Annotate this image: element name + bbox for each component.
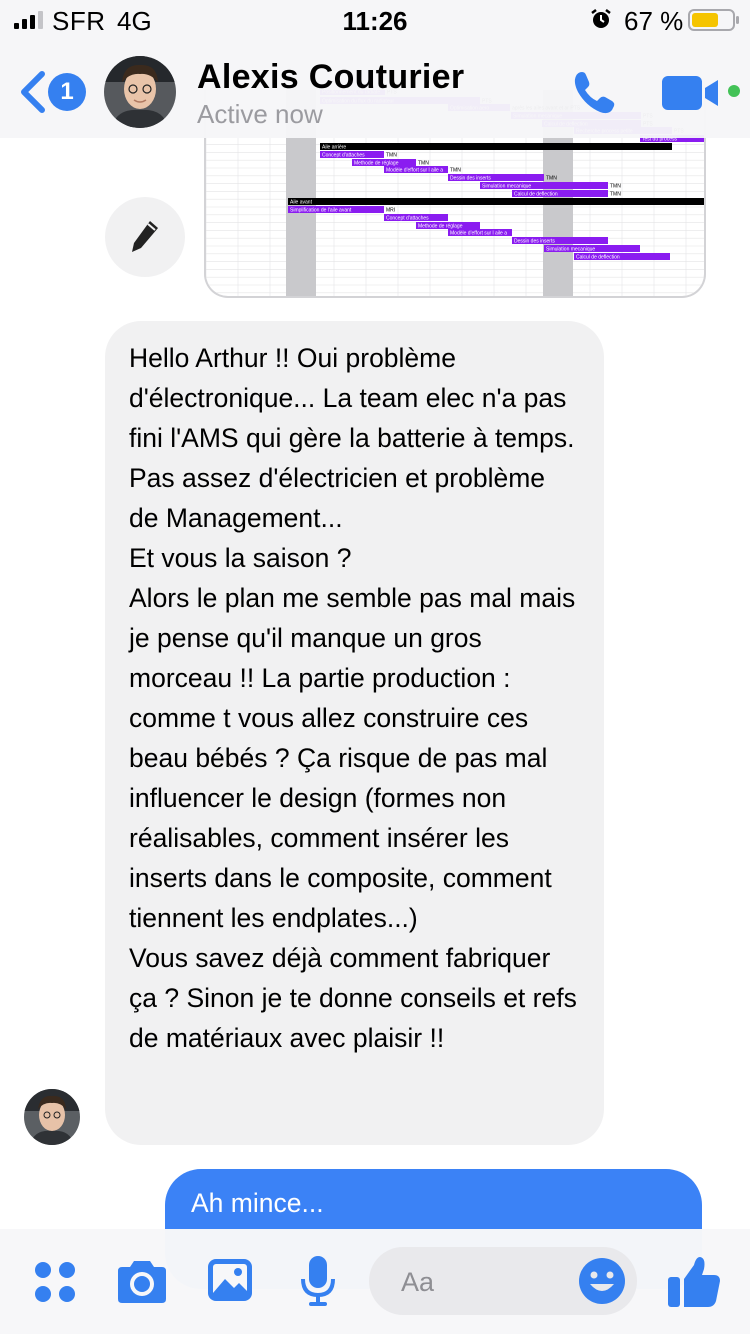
sender-avatar[interactable] <box>24 1089 80 1145</box>
pencil-icon <box>132 221 158 252</box>
alarm-clock-icon <box>591 9 611 28</box>
battery-percentage: 67 % <box>624 6 684 36</box>
message-input-field[interactable] <box>369 1247 637 1315</box>
video-camera-icon[interactable] <box>662 74 720 112</box>
microphone-icon[interactable] <box>300 1255 336 1307</box>
phone-icon[interactable] <box>570 68 618 116</box>
gantt-task-label: Simulation mecanique <box>546 247 595 253</box>
contact-name[interactable]: Alexis Couturier <box>197 58 464 97</box>
gantt-task-label: Aile arrière <box>322 145 346 151</box>
incoming-message-text: Hello Arthur !! Oui problème d'électroni… <box>129 343 577 1053</box>
message-input[interactable] <box>399 1261 563 1303</box>
four-dots-icon[interactable] <box>34 1261 76 1303</box>
contact-avatar[interactable] <box>104 56 176 128</box>
gantt-task-label: Simplification de l'aile avant <box>290 208 352 214</box>
outgoing-message-text: Ah mince... <box>191 1188 324 1218</box>
edit-pencil-button[interactable] <box>105 197 185 277</box>
smiley-icon[interactable] <box>577 1256 627 1306</box>
thumbs-up-icon[interactable] <box>666 1253 722 1309</box>
gantt-task-label: Concept d'attaches <box>322 153 365 159</box>
conversation-thread[interactable]: Positionnement du radiatePTSOptimisation… <box>0 0 750 1334</box>
image-icon[interactable] <box>206 1257 254 1303</box>
message-composer <box>0 1229 750 1334</box>
gantt-milestone-label: TMN <box>546 176 557 182</box>
gantt-milestone-label: TMN <box>450 168 461 174</box>
gantt-milestone-label: TMN <box>610 184 621 190</box>
gantt-task-label: Modèle d'effort sur l aile a <box>386 168 443 174</box>
incoming-message-bubble[interactable]: Hello Arthur !! Oui problème d'électroni… <box>105 321 604 1145</box>
gantt-task-label: Methode de réglage <box>354 161 399 167</box>
gantt-group-bar <box>288 198 704 205</box>
unread-count-badge[interactable]: 1 <box>48 73 86 111</box>
active-status-dot <box>728 85 740 97</box>
gantt-task-label: Aile avant <box>290 200 313 206</box>
gantt-task-label: Simulation mecanique <box>482 184 531 190</box>
gantt-task-label: Modèle d'effort sur l aile a <box>450 231 507 237</box>
battery-icon <box>688 9 739 31</box>
gantt-task-label: Calcul de deflection <box>576 255 620 261</box>
gantt-task-label: Calcul de deflection <box>514 192 558 198</box>
chevron-left-icon[interactable] <box>18 70 48 114</box>
gantt-milestone-label: TMN <box>610 192 621 198</box>
gantt-group-bar <box>320 143 672 150</box>
gantt-task-label: Methode de réglage <box>418 224 463 230</box>
contact-status: Active now <box>197 99 323 129</box>
gantt-milestone-label: MRI <box>386 208 395 214</box>
conversation-header: 1 Alexis Couturier Active now <box>0 40 750 138</box>
gantt-task-label: Dessin des inserts <box>514 239 555 245</box>
gantt-task-label: Concept d'attaches <box>386 216 429 222</box>
status-bar: SFR 4G 11:26 67 % <box>0 0 750 40</box>
gantt-task-label: Dessin des inserts <box>450 176 491 182</box>
camera-icon[interactable] <box>114 1259 170 1305</box>
gantt-milestone-label: TMN <box>418 161 429 167</box>
gantt-milestone-label: TMN <box>386 153 397 159</box>
